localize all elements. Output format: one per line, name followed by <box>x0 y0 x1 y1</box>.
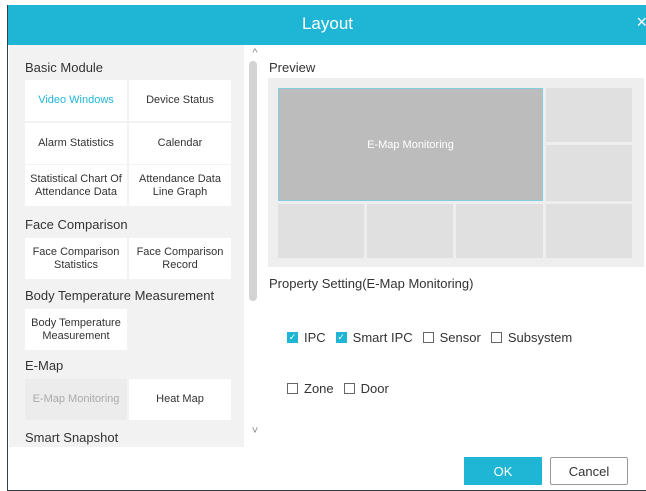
section-basic-module: Basic Module <box>25 60 104 75</box>
smart-ipc-label: Smart IPC <box>352 330 413 345</box>
door-label: Door <box>360 381 389 396</box>
section-face-comparison: Face Comparison <box>25 217 128 232</box>
property-setting-label: Property Setting(E-Map Monitoring) <box>269 276 474 291</box>
tile-attendance-chart[interactable]: Statistical Chart Of Attendance Data <box>25 165 127 206</box>
title-bar: Layout × <box>8 5 646 45</box>
preview-label: Preview <box>269 60 316 75</box>
section-smart-snapshot: Smart Snapshot <box>25 430 119 445</box>
layout-dialog: Layout × Basic Module Video Windows Devi… <box>7 5 646 491</box>
tile-body-temperature[interactable]: Body Temperature Measurement <box>25 309 127 350</box>
cancel-button[interactable]: Cancel <box>550 457 628 485</box>
sensor-label: Sensor <box>439 330 481 345</box>
section-emap: E-Map <box>25 358 64 373</box>
preview-cell[interactable] <box>367 204 453 258</box>
dialog-title: Layout <box>301 14 354 33</box>
preview-cell[interactable] <box>546 145 632 201</box>
module-panel: Basic Module Video Windows Device Status… <box>9 45 244 447</box>
preview-cell[interactable] <box>278 204 364 258</box>
tile-attendance-line-graph[interactable]: Attendance Data Line Graph <box>129 165 231 206</box>
zone-label: Zone <box>304 381 334 396</box>
tile-face-comparison-statistics[interactable]: Face Comparison Statistics <box>25 238 127 279</box>
preview-cell[interactable] <box>546 88 632 142</box>
scroll-up-icon[interactable]: ^ <box>249 47 261 59</box>
tile-emap-monitoring[interactable]: E-Map Monitoring <box>25 379 127 420</box>
preview-cell[interactable] <box>456 204 543 258</box>
preview-cell-main[interactable]: E-Map Monitoring <box>278 88 543 201</box>
door-checkbox[interactable] <box>343 383 355 394</box>
preview-cell[interactable] <box>546 204 632 258</box>
scroll-thumb[interactable] <box>249 61 257 301</box>
tile-calendar[interactable]: Calendar <box>129 123 231 164</box>
scroll-down-icon[interactable]: ˅ <box>249 425 261 437</box>
smart-ipc-checkbox[interactable]: ✓ <box>335 332 347 343</box>
tile-device-status[interactable]: Device Status <box>129 80 231 121</box>
tile-alarm-statistics[interactable]: Alarm Statistics <box>25 123 127 164</box>
close-icon[interactable]: × <box>633 12 646 33</box>
property-row-1: ✓ IPC ✓ Smart IPC Sensor Subsystem <box>287 330 582 345</box>
section-body-temperature: Body Temperature Measurement <box>25 288 215 303</box>
layout-preview: E-Map Monitoring <box>268 78 644 267</box>
ipc-label: IPC <box>304 330 326 345</box>
ipc-checkbox[interactable]: ✓ <box>287 332 298 343</box>
zone-checkbox[interactable] <box>287 383 298 394</box>
module-scrollbar[interactable]: ^ ˅ <box>245 45 265 447</box>
sensor-checkbox[interactable] <box>422 332 434 343</box>
tile-face-comparison-record[interactable]: Face Comparison Record <box>129 238 231 279</box>
ok-button[interactable]: OK <box>464 457 542 485</box>
tile-heat-map[interactable]: Heat Map <box>129 379 231 420</box>
subsystem-checkbox[interactable] <box>490 332 502 343</box>
tile-video-windows[interactable]: Video Windows <box>25 80 127 121</box>
property-row-2: Zone Door <box>287 381 399 396</box>
subsystem-label: Subsystem <box>507 330 573 345</box>
